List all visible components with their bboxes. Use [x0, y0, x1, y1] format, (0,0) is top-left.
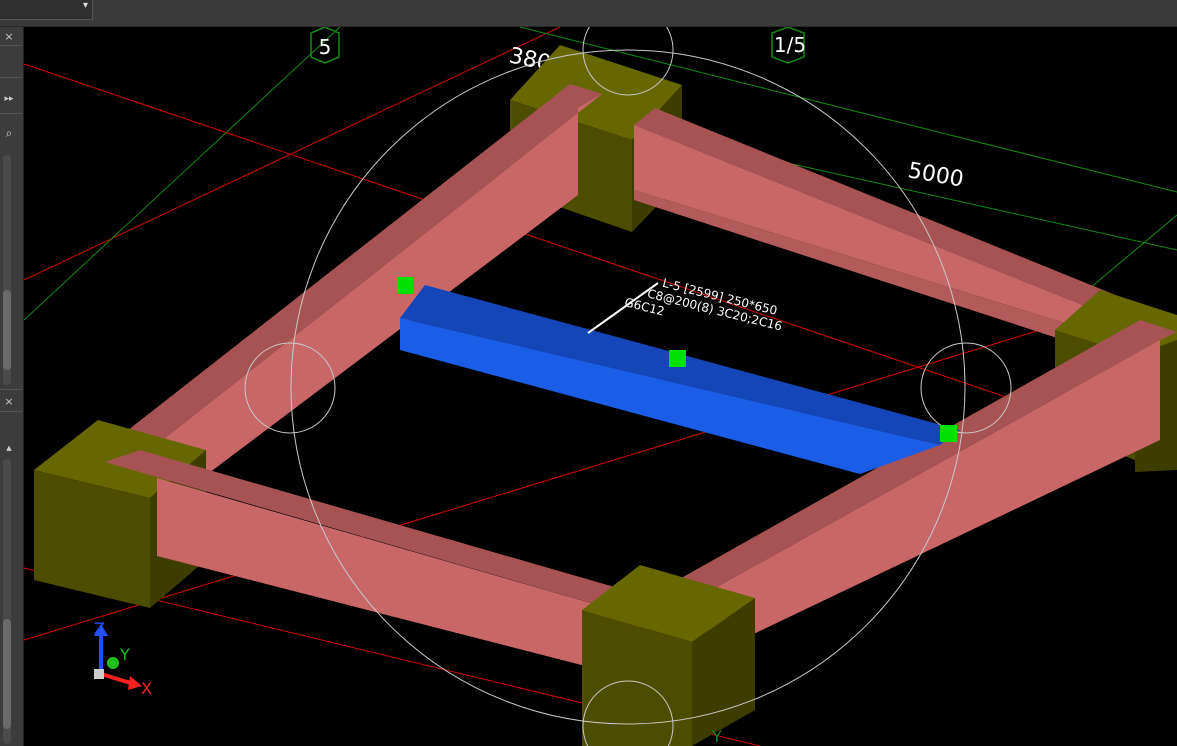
- beam-side-face: [400, 318, 940, 474]
- 3d-model-viewport[interactable]: 5 1/5 380 5000 L-5 [2599] 250*650 C8@200…: [24, 27, 1177, 746]
- grip-mid[interactable]: [669, 350, 686, 367]
- panel-scrollbar-track[interactable]: [3, 459, 11, 744]
- search-icon[interactable]: ⌕: [0, 125, 18, 141]
- panel-close-icon[interactable]: ×: [0, 30, 18, 44]
- panel-close-icon[interactable]: ×: [0, 395, 18, 409]
- selected-beam[interactable]: [400, 285, 960, 474]
- scroll-up-icon[interactable]: ▲: [0, 440, 18, 456]
- left-side-panel: × ▸▸ ⌕ × ▲: [0, 27, 24, 746]
- panel-divider: [0, 77, 22, 78]
- beam-label[interactable]: L-5 [2599] 250*650 C8@200(8) 3C20;2C16 G…: [623, 268, 787, 347]
- dimension-label: 5000: [906, 158, 965, 192]
- grip-end[interactable]: [940, 425, 957, 442]
- ucs-origin: [94, 669, 104, 679]
- axis-bubble[interactable]: 1/5: [771, 27, 806, 64]
- ucs-y-label: Y: [119, 645, 130, 664]
- panel-divider: [0, 389, 22, 390]
- ucs-z-label: Z: [94, 619, 105, 638]
- panel-scrollbar-thumb[interactable]: [3, 619, 11, 729]
- column-front[interactable]: [582, 565, 755, 746]
- beam-left[interactable]: [100, 84, 602, 476]
- axis-bubble-label: 1/5: [774, 33, 806, 57]
- ucs-icon: Z Y X: [94, 619, 152, 698]
- beam-top-face: [100, 84, 602, 464]
- green-grid-line: [24, 27, 341, 321]
- model-scene[interactable]: 5 1/5 380 5000 L-5 [2599] 250*650 C8@200…: [24, 27, 1177, 746]
- panel-scrollbar-track[interactable]: [3, 155, 11, 385]
- beam-side-face: [132, 94, 602, 476]
- grid-axis-label: Y: [711, 727, 722, 746]
- panel-divider: [0, 411, 22, 412]
- chevron-down-icon: ▾: [82, 0, 88, 11]
- axis-bubble-label: 5: [319, 35, 332, 59]
- view-select-dropdown[interactable]: ▾: [0, 0, 93, 20]
- ucs-x-label: X: [141, 679, 152, 698]
- ucs-x-arrowhead: [128, 676, 142, 690]
- ucs-y-axis: [107, 657, 119, 669]
- ucs-x-axis: [100, 672, 135, 686]
- expand-panel-icon[interactable]: ▸▸: [0, 91, 18, 107]
- panel-divider: [0, 45, 22, 46]
- top-toolbar: ▾: [0, 0, 1177, 27]
- panel-scrollbar-thumb[interactable]: [3, 290, 11, 370]
- panel-divider: [0, 113, 22, 114]
- grip-start[interactable]: [397, 277, 414, 294]
